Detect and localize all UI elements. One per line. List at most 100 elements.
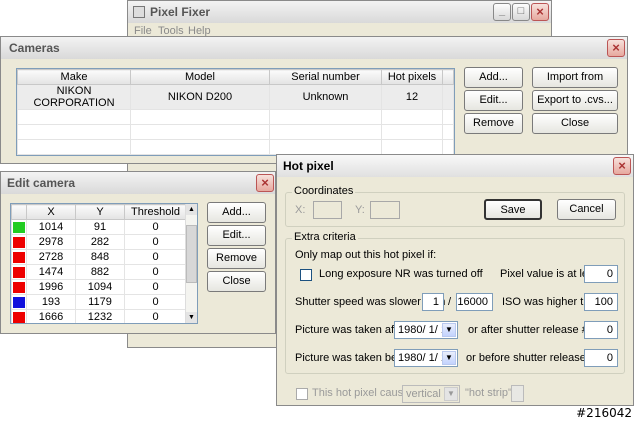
threshold-cell: 0 xyxy=(124,234,187,250)
scroll-thumb[interactable] xyxy=(186,225,197,283)
color-swatch xyxy=(13,266,25,278)
col-empty xyxy=(442,69,454,85)
serial-cell: Unknown xyxy=(269,84,382,110)
color-swatch xyxy=(13,251,25,263)
cameras-close-button[interactable]: Close xyxy=(532,113,618,134)
after-shutter-label: or after shutter release # xyxy=(468,324,588,336)
table-row[interactable]: 1996 1094 0 xyxy=(11,279,187,295)
chevron-down-icon[interactable]: ▼ xyxy=(444,387,458,401)
coordinates-label: Coordinates xyxy=(292,185,356,197)
hot-pixel-dialog: Hot pixel × Coordinates X: Y: Save Cance… xyxy=(276,154,634,406)
color-cell xyxy=(11,249,27,265)
table-row[interactable]: 2978 282 0 xyxy=(11,234,187,250)
y-cell: 1232 xyxy=(75,309,125,323)
y-input[interactable] xyxy=(370,201,400,219)
col-make[interactable]: Make xyxy=(17,69,131,85)
col-hot-pixels[interactable]: Hot pixels xyxy=(381,69,443,85)
x-cell: 1014 xyxy=(26,219,76,235)
chevron-down-icon[interactable]: ▼ xyxy=(442,351,456,365)
before-shutter-input[interactable]: 0 xyxy=(584,349,618,367)
color-cell xyxy=(11,279,27,295)
col-serial[interactable]: Serial number xyxy=(269,69,382,85)
long-exposure-checkbox[interactable] xyxy=(300,269,312,281)
before-date-picker[interactable]: 1980/ 1/ 1 ▼ xyxy=(394,349,458,367)
hot-pixel-title: Hot pixel xyxy=(283,159,334,173)
hot-pixels-table[interactable]: X Y Threshold 1014 91 0 2978 282 0 2728 848 0 147… xyxy=(10,203,198,324)
table-row[interactable]: 1014 91 0 xyxy=(11,219,187,235)
close-icon[interactable]: × xyxy=(607,39,625,57)
cameras-header-row: Make Model Serial number Hot pixels xyxy=(17,69,454,85)
pixel-remove-button[interactable]: Remove xyxy=(207,248,266,269)
table-row[interactable]: NIKON CORPORATION NIKON D200 Unknown 12 xyxy=(17,84,454,110)
import-button[interactable]: Import from .cvs... xyxy=(532,67,618,102)
close-icon[interactable]: × xyxy=(613,157,631,175)
extra-criteria-group: Extra criteria Only map out this hot pix… xyxy=(285,231,625,374)
threshold-cell: 0 xyxy=(124,294,187,310)
x-cell: 1666 xyxy=(26,309,76,323)
iso-input[interactable]: 100 xyxy=(584,293,618,311)
shutter-denominator-input[interactable]: 16000 xyxy=(456,293,493,311)
strip-direction-select[interactable]: vertical ▼ xyxy=(402,385,460,403)
close-icon[interactable]: × xyxy=(531,3,549,21)
table-row[interactable]: 2728 848 0 xyxy=(11,249,187,265)
col-x[interactable]: X xyxy=(26,204,76,220)
cameras-add-button[interactable]: Add... xyxy=(464,67,523,88)
col-threshold[interactable]: Threshold xyxy=(124,204,187,220)
color-cell xyxy=(11,234,27,250)
cancel-button[interactable]: Cancel xyxy=(557,199,616,220)
hot-cell: 12 xyxy=(381,84,443,110)
col-y[interactable]: Y xyxy=(75,204,125,220)
cameras-table[interactable]: Make Model Serial number Hot pixels NIKO… xyxy=(16,68,455,156)
color-swatch xyxy=(13,311,25,323)
shutter-numerator-input[interactable]: 1 xyxy=(422,293,444,311)
after-shutter-input[interactable]: 0 xyxy=(584,321,618,339)
pixel-edit-button[interactable]: Edit... xyxy=(207,225,266,246)
color-swatch xyxy=(13,221,25,233)
edit-camera-close-button[interactable]: Close xyxy=(207,271,266,292)
make-cell: NIKON CORPORATION xyxy=(17,84,131,110)
chevron-down-icon[interactable]: ▼ xyxy=(442,323,456,337)
threshold-cell: 0 xyxy=(124,309,187,323)
hot-strip-checkbox[interactable] xyxy=(296,388,308,400)
y-cell: 282 xyxy=(75,234,125,250)
y-label: Y: xyxy=(355,204,365,216)
app-icon xyxy=(133,6,145,18)
pixels-header-row: X Y Threshold xyxy=(11,204,187,220)
maximize-icon[interactable]: □ xyxy=(512,3,530,21)
export-button[interactable]: Export to .cvs... xyxy=(532,90,618,111)
table-row xyxy=(17,139,454,155)
y-cell: 1179 xyxy=(75,294,125,310)
save-button[interactable]: Save xyxy=(484,199,542,220)
cameras-edit-button[interactable]: Edit... xyxy=(464,90,523,111)
strip-extra-button[interactable] xyxy=(511,385,524,402)
pixel-add-button[interactable]: Add... xyxy=(207,202,266,223)
threshold-cell: 0 xyxy=(124,264,187,280)
table-row[interactable]: 193 1179 0 xyxy=(11,294,187,310)
after-date-picker[interactable]: 1980/ 1/ 1 ▼ xyxy=(394,321,458,339)
x-input[interactable] xyxy=(313,201,342,219)
minimize-icon[interactable]: _ xyxy=(493,3,511,21)
col-model[interactable]: Model xyxy=(130,69,270,85)
x-cell: 2978 xyxy=(26,234,76,250)
color-cell xyxy=(11,309,27,323)
x-cell: 1996 xyxy=(26,279,76,295)
table-row[interactable]: 1474 882 0 xyxy=(11,264,187,280)
watermark: #216042 xyxy=(574,406,634,420)
pixel-value-input[interactable]: 0 xyxy=(584,265,618,283)
table-row[interactable]: 1666 1232 0 xyxy=(11,309,187,323)
threshold-cell: 0 xyxy=(124,249,187,265)
criteria-intro: Only map out this hot pixel if: xyxy=(295,249,437,261)
strip-direction-value: vertical xyxy=(406,388,441,400)
color-swatch xyxy=(13,281,25,293)
color-cell xyxy=(11,294,27,310)
edit-camera-title: Edit camera xyxy=(7,176,76,190)
y-cell: 1094 xyxy=(75,279,125,295)
scroll-down-icon[interactable]: ▼ xyxy=(186,312,197,323)
after-label: Picture was taken after xyxy=(295,324,407,336)
scrollbar[interactable]: ▲ ▼ xyxy=(185,204,197,323)
scroll-up-icon[interactable]: ▲ xyxy=(186,204,197,215)
close-icon[interactable]: × xyxy=(256,174,274,192)
hot-pixel-titlebar: Hot pixel × xyxy=(277,155,633,177)
cameras-remove-button[interactable]: Remove xyxy=(464,113,523,134)
x-cell: 2728 xyxy=(26,249,76,265)
